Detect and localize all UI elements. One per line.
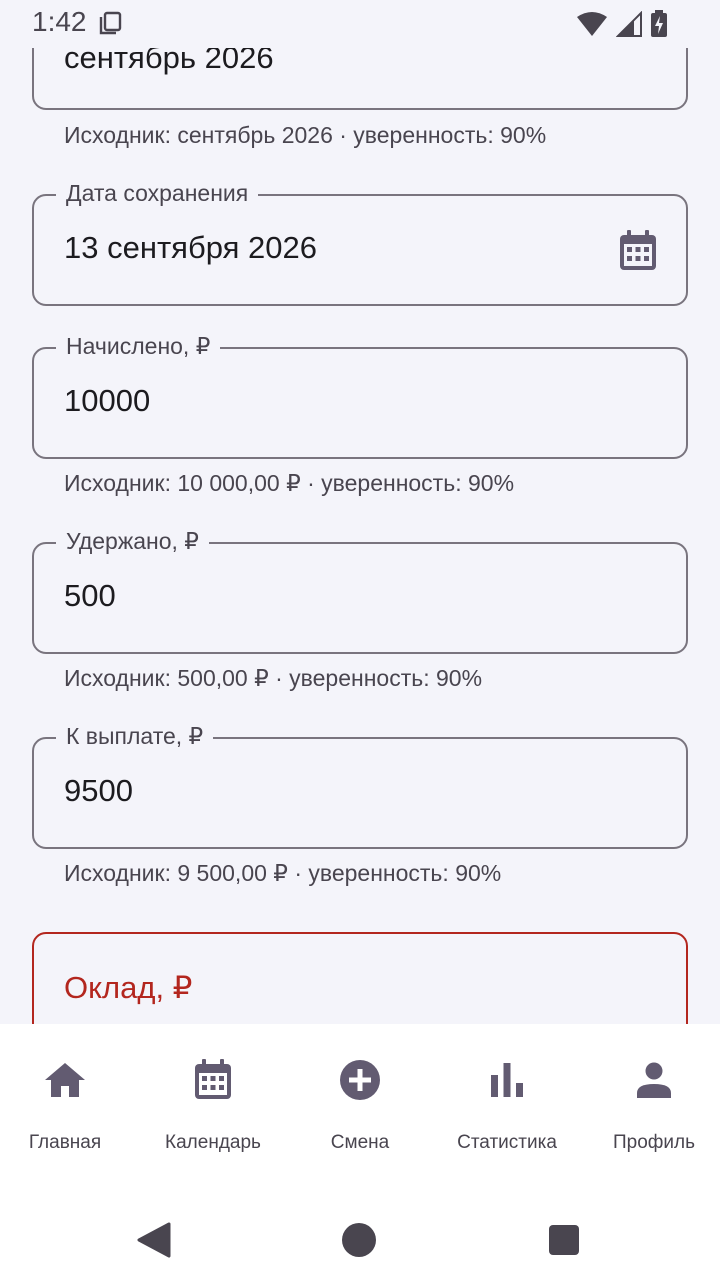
payout-field[interactable]: К выплате, ₽ 9500: [32, 723, 688, 849]
period-helper: Исходник: сентябрь 2026 · уверенность: 9…: [64, 122, 547, 148]
home-circle-icon: [342, 1223, 376, 1257]
signal-icon: [616, 11, 642, 37]
back-button[interactable]: [128, 1214, 180, 1266]
payout-label: К выплате, ₽: [56, 723, 214, 750]
nav-item-home[interactable]: Главная: [0, 1054, 137, 1154]
withheld-value: 500: [64, 578, 116, 613]
home-button[interactable]: [333, 1214, 385, 1266]
nav-label-profile: Профиль: [612, 1132, 696, 1153]
payout-helper: Исходник: 9 500,00 ₽ · уверенность: 90%: [64, 860, 502, 886]
withheld-label: Удержано, ₽: [56, 528, 209, 555]
system-navigation-bar: [0, 1200, 720, 1280]
calendar-icon: [141, 1054, 285, 1106]
back-triangle-icon: [137, 1222, 171, 1258]
accrued-value: 10000: [64, 383, 151, 418]
nav-label-shift: Смена: [330, 1132, 390, 1153]
save-date-label: Дата сохранения: [56, 180, 259, 207]
status-icons: [576, 10, 668, 38]
status-bar: 1:42: [0, 0, 720, 48]
accrued-helper: Исходник: 10 000,00 ₽ · уверенность: 90%: [64, 470, 515, 496]
save-date-value: 13 сентября 2026: [64, 230, 317, 265]
calendar-icon[interactable]: [618, 230, 658, 277]
save-date-field[interactable]: Дата сохранения 13 сентября 2026: [32, 180, 688, 306]
nav-item-calendar[interactable]: Календарь: [141, 1054, 285, 1154]
nav-label-statistics: Статистика: [457, 1132, 557, 1153]
recents-square-icon: [549, 1225, 579, 1255]
payout-value: 9500: [64, 773, 133, 808]
home-icon: [0, 1054, 137, 1106]
wifi-icon: [577, 12, 607, 36]
withheld-field[interactable]: Удержано, ₽ 500: [32, 528, 688, 654]
battery-icon: [651, 10, 667, 37]
bottom-navigation: Главная Календарь Смена Статистика Профи…: [0, 1024, 720, 1200]
withheld-helper: Исходник: 500,00 ₽ · уверенность: 90%: [64, 665, 483, 691]
person-icon: [582, 1054, 720, 1106]
nav-item-statistics[interactable]: Статистика: [435, 1054, 579, 1154]
accrued-field[interactable]: Начислено, ₽ 10000: [32, 333, 688, 459]
nav-item-shift[interactable]: Смена: [288, 1054, 432, 1154]
nav-label-home: Главная: [28, 1132, 102, 1153]
form-scroll-area[interactable]: сентябрь 2026 Исходник: сентябрь 2026 · …: [0, 0, 720, 1024]
screenshot-notification-icon: [98, 10, 124, 41]
salary-placeholder: Оклад, ₽: [64, 970, 193, 1005]
bar-chart-icon: [435, 1054, 579, 1106]
status-time: 1:42: [32, 6, 87, 37]
salary-field[interactable]: Оклад, ₽: [32, 932, 688, 1024]
nav-item-profile[interactable]: Профиль: [582, 1054, 720, 1154]
add-circle-icon: [288, 1054, 432, 1106]
accrued-label: Начислено, ₽: [56, 333, 221, 360]
nav-label-calendar: Календарь: [165, 1132, 261, 1153]
recents-button[interactable]: [538, 1214, 590, 1266]
